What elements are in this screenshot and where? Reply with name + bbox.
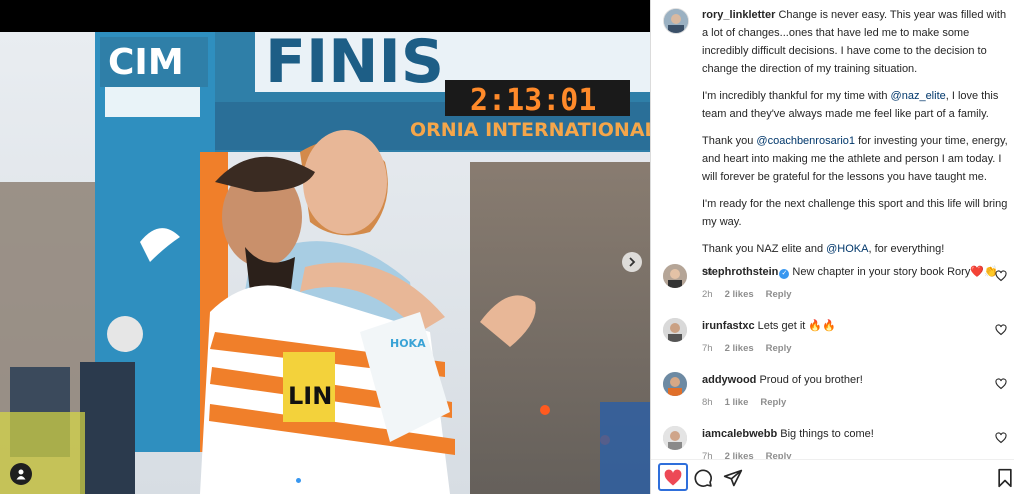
comment-time[interactable]: 7h [702,451,713,459]
carousel-dot [323,478,328,483]
caption-paragraph: Thank you NAZ elite and [702,243,827,255]
heart-icon[interactable] [995,432,1007,444]
caption-paragraph: Thank you [702,135,757,147]
caption-text: , for everything! [868,243,945,255]
comments-scroll-area[interactable]: rory_linkletter Change is never easy. Th… [651,0,1014,459]
instagram-post-viewer: FINIS ORNIA INTERNATIONAL M 2:13:01 CIM [0,0,1014,494]
comment-meta: 8h 1 like Reply [702,397,786,408]
comment-meta: 2h 2 likes Reply [702,289,792,300]
finish-text: FINIS [265,32,444,97]
heart-icon[interactable] [995,324,1007,336]
carousel-indicator [296,478,364,483]
carousel-dot [314,478,319,483]
verified-badge-icon: ✓ [779,269,790,279]
carousel-dot [350,478,355,483]
bookmark-icon[interactable] [995,468,1014,488]
commenter-username[interactable]: iamcalebwebb [702,428,777,440]
carousel-dot [359,478,364,483]
mention-link[interactable]: @naz_elite [891,90,946,102]
commenter-avatar[interactable] [663,372,687,396]
mention-link[interactable]: @HOKA [826,243,868,255]
comment-likes[interactable]: 2 likes [725,343,754,354]
caption-body: rory_linkletter Change is never easy. Th… [702,6,1008,282]
mention-link[interactable]: @coachbenrosario1 [756,135,855,147]
user-tag-icon [16,469,26,480]
commenter-avatar[interactable] [663,426,687,450]
comment-likes[interactable]: 1 like [725,397,749,408]
heart-icon[interactable] [995,270,1007,282]
share-icon[interactable] [723,468,743,488]
media-top-bar [0,0,650,32]
author-avatar[interactable] [663,8,689,34]
comment-likes[interactable]: 2 likes [725,289,754,300]
sign-cim: CIM [108,42,184,83]
comment-time[interactable]: 8h [702,397,713,408]
comment-body: New chapter in your story book Rory❤️👏 [792,266,998,278]
carousel-dot [296,478,301,483]
comment-text: iamcalebwebb Big things to come! [702,427,992,441]
chevron-right-icon [629,257,636,267]
comment-body: Lets get it 🔥🔥 [757,320,836,332]
commenter-avatar[interactable] [663,318,687,342]
carousel-dot [341,478,346,483]
sleeve-text: HOKA [390,337,426,350]
caption-paragraph: I'm incredibly thankful for my time with [702,90,891,102]
reply-button[interactable]: Reply [766,289,792,300]
comment-body: Proud of you brother! [759,374,863,386]
race-clock: 2:13:01 [470,83,596,118]
commenter-avatar[interactable] [663,264,687,288]
caption-paragraph: I'm ready for the next challenge this sp… [702,198,1008,228]
carousel-dot [332,478,337,483]
heart-icon[interactable] [995,378,1007,390]
reply-button[interactable]: Reply [766,343,792,354]
bib-text: LIN [288,382,332,410]
comment-item: stephrothstein ✓ New chapter in your story… [663,264,1008,308]
comment-meta: 7h 2 likes Reply [702,343,792,354]
commenter-username[interactable]: irunfastxc [702,320,755,332]
commenter-username[interactable]: addywood [702,374,756,386]
post-action-bar [651,459,1014,494]
comment-time[interactable]: 7h [702,343,713,354]
comment-likes[interactable]: 2 likes [725,451,754,459]
comment-body: Big things to come! [780,428,874,440]
comment-item: addywood Proud of you brother! 8h 1 like R… [663,372,1008,416]
reply-button[interactable]: Reply [766,451,792,459]
carousel-dot [305,478,310,483]
post-photo: FINIS ORNIA INTERNATIONAL M 2:13:01 CIM [0,32,650,494]
user-tag-button[interactable] [10,463,32,485]
author-username[interactable]: rory_linkletter [702,9,775,21]
comment-icon[interactable] [693,468,713,488]
comment-text: stephrothstein ✓ New chapter in your story… [702,265,998,279]
post-details-panel: rory_linkletter Change is never easy. Th… [650,0,1014,494]
post-media: FINIS ORNIA INTERNATIONAL M 2:13:01 CIM [0,0,650,494]
reply-button[interactable]: Reply [760,397,786,408]
heart-icon[interactable] [663,468,683,488]
comment-item: iamcalebwebb Big things to come! 7h 2 lik… [663,426,1008,459]
comment-time[interactable]: 2h [702,289,713,300]
commenter-username[interactable]: stephrothstein [702,266,778,278]
comment-meta: 7h 2 likes Reply [702,451,792,459]
next-image-button[interactable] [622,252,642,272]
comment-text: irunfastxc Lets get it 🔥🔥 [702,319,992,333]
comment-item: irunfastxc Lets get it 🔥🔥 7h 2 likes Reply [663,318,1008,362]
comment-text: addywood Proud of you brother! [702,373,992,387]
banner-text: ORNIA INTERNATIONAL M [410,119,650,141]
